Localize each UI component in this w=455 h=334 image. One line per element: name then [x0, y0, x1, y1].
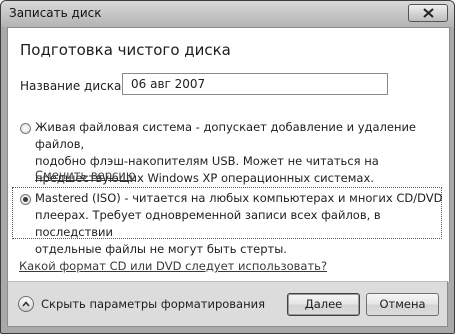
- close-button[interactable]: [408, 4, 448, 22]
- close-icon: [423, 8, 434, 18]
- page-title: Подготовка чистого диска: [20, 41, 231, 59]
- collapse-options-button[interactable]: [18, 296, 34, 312]
- chevron-up-icon: [22, 301, 30, 307]
- option-mastered-iso-text: Mastered (ISO) - читается на любых компь…: [35, 190, 445, 258]
- option-line: Mastered (ISO) - читается на любых компь…: [35, 191, 443, 205]
- option-line: отдельные файлы не могут быть стерты.: [35, 242, 287, 256]
- dialog-content: Подготовка чистого диска Название диска:…: [7, 27, 450, 282]
- next-button[interactable]: Далее: [287, 293, 360, 316]
- change-version-link[interactable]: Сменить версию: [35, 168, 136, 182]
- radio-live-file-system[interactable]: [20, 123, 31, 134]
- dialog-footer: Скрыть параметры форматирования Далее От…: [7, 281, 448, 327]
- dialog-window: Записать диск Подготовка чистого диска Н…: [0, 0, 455, 334]
- title-bar: Записать диск: [1, 1, 454, 27]
- disk-name-input[interactable]: 06 авг 2007: [122, 73, 388, 95]
- radio-mastered-iso[interactable]: [20, 194, 31, 205]
- option-line: плеерах. Требует одновременной записи вс…: [35, 208, 381, 239]
- disk-name-label: Название диска:: [20, 79, 126, 93]
- hide-formatting-options-link[interactable]: Скрыть параметры форматирования: [41, 297, 265, 311]
- window-title: Записать диск: [9, 6, 102, 20]
- format-help-link[interactable]: Какой формат CD или DVD следует использо…: [19, 259, 327, 273]
- cancel-button[interactable]: Отмена: [366, 293, 439, 316]
- option-line: Живая файловая система - допускает добав…: [35, 120, 417, 151]
